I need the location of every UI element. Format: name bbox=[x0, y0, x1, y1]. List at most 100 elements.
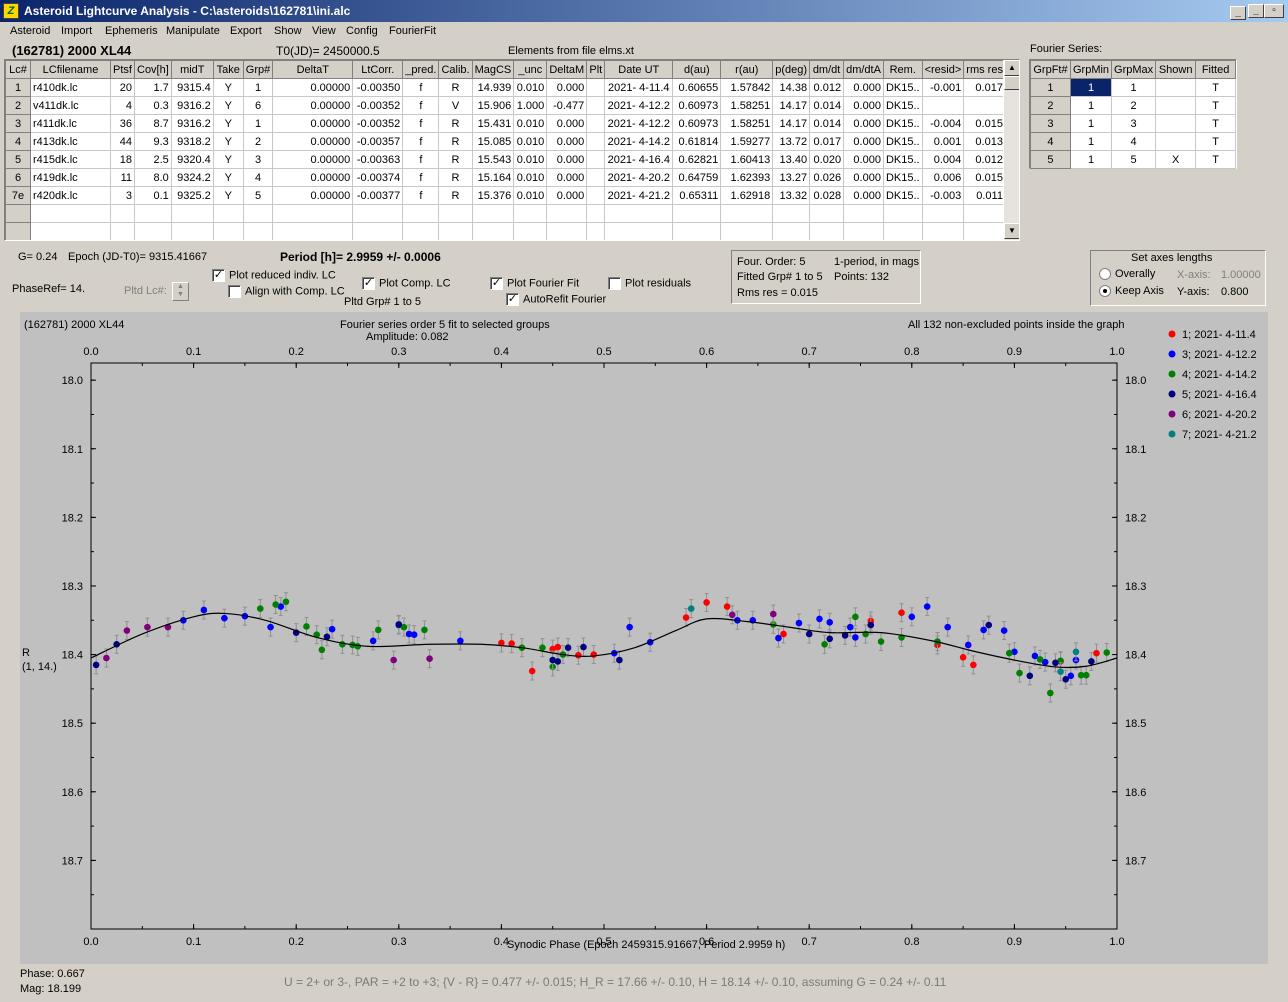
table-cell[interactable] bbox=[513, 204, 548, 223]
table-cell[interactable] bbox=[513, 222, 548, 240]
table-cell[interactable] bbox=[672, 222, 722, 240]
table-cell[interactable]: 2.5 bbox=[134, 150, 172, 169]
table-cell[interactable]: X bbox=[1155, 150, 1197, 169]
table-cell[interactable]: DK15.. bbox=[882, 114, 923, 133]
row-header[interactable]: 4 bbox=[5, 132, 31, 151]
column-header[interactable]: Calib. bbox=[438, 60, 473, 79]
table-cell[interactable]: f bbox=[402, 132, 440, 151]
table-cell[interactable]: 36 bbox=[110, 114, 135, 133]
table-cell[interactable]: 0.012 bbox=[963, 150, 1006, 169]
table-cell[interactable]: -0.00357 bbox=[352, 132, 404, 151]
plot-reduced-checkbox[interactable]: ✓ Plot reduced indiv. LC bbox=[212, 269, 336, 282]
table-cell[interactable] bbox=[352, 204, 404, 223]
table-cell[interactable]: 14.939 bbox=[471, 78, 515, 97]
table-cell[interactable]: -0.00350 bbox=[352, 78, 404, 97]
row-header[interactable]: 2 bbox=[1030, 96, 1071, 115]
column-header[interactable]: Plt bbox=[586, 60, 606, 79]
table-cell[interactable]: 0.00000 bbox=[272, 168, 354, 187]
table-cell[interactable] bbox=[546, 204, 588, 223]
column-header[interactable]: <resid> bbox=[921, 60, 965, 79]
table-cell[interactable] bbox=[402, 222, 440, 240]
table-row[interactable]: 3 r411dk.lc 36 8.7 9316.2 Y 1 0.00000 -0.00352 f R… bbox=[5, 114, 1006, 133]
column-header[interactable]: GrpMin bbox=[1069, 60, 1113, 79]
table-cell[interactable]: R bbox=[438, 114, 473, 133]
table-cell[interactable]: 1.58251 bbox=[720, 114, 774, 133]
table-cell[interactable]: 1.58251 bbox=[720, 96, 774, 115]
table-cell[interactable]: -0.00374 bbox=[352, 168, 404, 187]
table-cell[interactable]: r420dk.lc bbox=[30, 186, 111, 205]
table-cell[interactable]: Y bbox=[212, 150, 244, 169]
plot-fourier-checkbox[interactable]: ✓ Plot Fourier Fit bbox=[490, 277, 579, 290]
row-header[interactable]: 4 bbox=[1030, 132, 1071, 151]
table-cell[interactable]: 0.014 bbox=[809, 114, 845, 133]
table-cell[interactable] bbox=[110, 204, 135, 223]
table-cell[interactable]: 2021- 4-16.4 bbox=[604, 150, 674, 169]
table-cell[interactable]: R bbox=[438, 150, 473, 169]
table-cell[interactable] bbox=[843, 222, 884, 240]
table-cell[interactable]: r410dk.lc bbox=[30, 78, 111, 97]
table-cell[interactable] bbox=[672, 204, 722, 223]
column-header[interactable]: Grp# bbox=[242, 60, 274, 79]
table-cell[interactable]: DK15.. bbox=[882, 150, 923, 169]
table-cell[interactable]: 2021- 4-14.2 bbox=[604, 132, 674, 151]
menu-fourierfit[interactable]: FourierFit bbox=[389, 25, 436, 37]
menu-show[interactable]: Show bbox=[274, 25, 302, 37]
table-cell[interactable]: -0.00352 bbox=[352, 96, 404, 115]
table-cell[interactable]: f bbox=[402, 96, 440, 115]
table-cell[interactable] bbox=[604, 204, 674, 223]
lc-table-scrollbar[interactable]: ▲ ▼ bbox=[1003, 60, 1019, 240]
menu-asteroid[interactable]: Asteroid bbox=[10, 25, 50, 37]
table-cell[interactable] bbox=[1155, 132, 1197, 151]
xaxis-value[interactable]: 1.00000 bbox=[1221, 269, 1261, 281]
table-cell[interactable]: 9316.2 bbox=[170, 96, 214, 115]
table-cell[interactable]: 0.62821 bbox=[672, 150, 722, 169]
table-cell[interactable]: 2021- 4-12.2 bbox=[604, 114, 674, 133]
table-cell[interactable]: 1 bbox=[242, 114, 274, 133]
column-header[interactable]: GrpMax bbox=[1111, 60, 1157, 79]
row-header[interactable] bbox=[5, 222, 31, 240]
scroll-up-icon[interactable]: ▲ bbox=[1004, 60, 1019, 76]
table-cell[interactable]: DK15.. bbox=[882, 186, 923, 205]
table-cell[interactable]: R bbox=[438, 168, 473, 187]
table-cell[interactable]: 13.32 bbox=[772, 186, 811, 205]
table-cell[interactable]: 9325.2 bbox=[170, 186, 214, 205]
table-cell[interactable]: 0.015 bbox=[963, 114, 1006, 133]
table-cell[interactable] bbox=[586, 150, 606, 169]
table-cell[interactable] bbox=[242, 204, 274, 223]
column-header[interactable]: p(deg) bbox=[772, 60, 811, 79]
table-cell[interactable]: 9324.2 bbox=[170, 168, 214, 187]
align-comp-checkbox[interactable]: Align with Comp. LC bbox=[228, 285, 345, 298]
menu-view[interactable]: View bbox=[312, 25, 336, 37]
table-cell[interactable]: R bbox=[438, 78, 473, 97]
table-cell[interactable]: 8.7 bbox=[134, 114, 172, 133]
table-cell[interactable]: 1.000 bbox=[513, 96, 548, 115]
keep-axis-radio[interactable]: Keep Axis bbox=[1099, 285, 1164, 298]
table-row[interactable]: 313 T bbox=[1030, 114, 1236, 133]
row-header[interactable]: 1 bbox=[1030, 78, 1071, 97]
table-cell[interactable]: -0.003 bbox=[921, 186, 965, 205]
table-cell[interactable]: 14.17 bbox=[772, 96, 811, 115]
table-cell[interactable]: 15.431 bbox=[471, 114, 515, 133]
table-cell[interactable] bbox=[30, 222, 111, 240]
column-header[interactable]: DeltaT bbox=[272, 60, 354, 79]
yaxis-value[interactable]: 0.800 bbox=[1221, 286, 1249, 298]
table-cell[interactable]: 0.013 bbox=[963, 132, 1006, 151]
table-cell[interactable] bbox=[212, 204, 244, 223]
table-cell[interactable] bbox=[134, 204, 172, 223]
table-cell[interactable]: 2 bbox=[242, 132, 274, 151]
table-cell[interactable]: 0.60973 bbox=[672, 96, 722, 115]
table-cell[interactable]: 15.085 bbox=[471, 132, 515, 151]
lightcurve-chart[interactable]: (162781) 2000 XL44 Fourier series order … bbox=[20, 312, 1268, 964]
table-cell[interactable]: 4 bbox=[242, 168, 274, 187]
table-cell[interactable]: r419dk.lc bbox=[30, 168, 111, 187]
table-cell[interactable]: f bbox=[402, 150, 440, 169]
table-cell[interactable]: r415dk.lc bbox=[30, 150, 111, 169]
table-cell[interactable]: 14.17 bbox=[772, 114, 811, 133]
table-cell[interactable]: 0.000 bbox=[843, 114, 884, 133]
table-cell[interactable]: 0.015 bbox=[963, 168, 1006, 187]
minimize-button-2[interactable]: _ bbox=[1230, 6, 1246, 20]
column-header[interactable]: _unc bbox=[513, 60, 548, 79]
column-header[interactable]: dm/dtA bbox=[843, 60, 884, 79]
column-header[interactable]: midT bbox=[170, 60, 214, 79]
table-cell[interactable]: 0.000 bbox=[843, 186, 884, 205]
